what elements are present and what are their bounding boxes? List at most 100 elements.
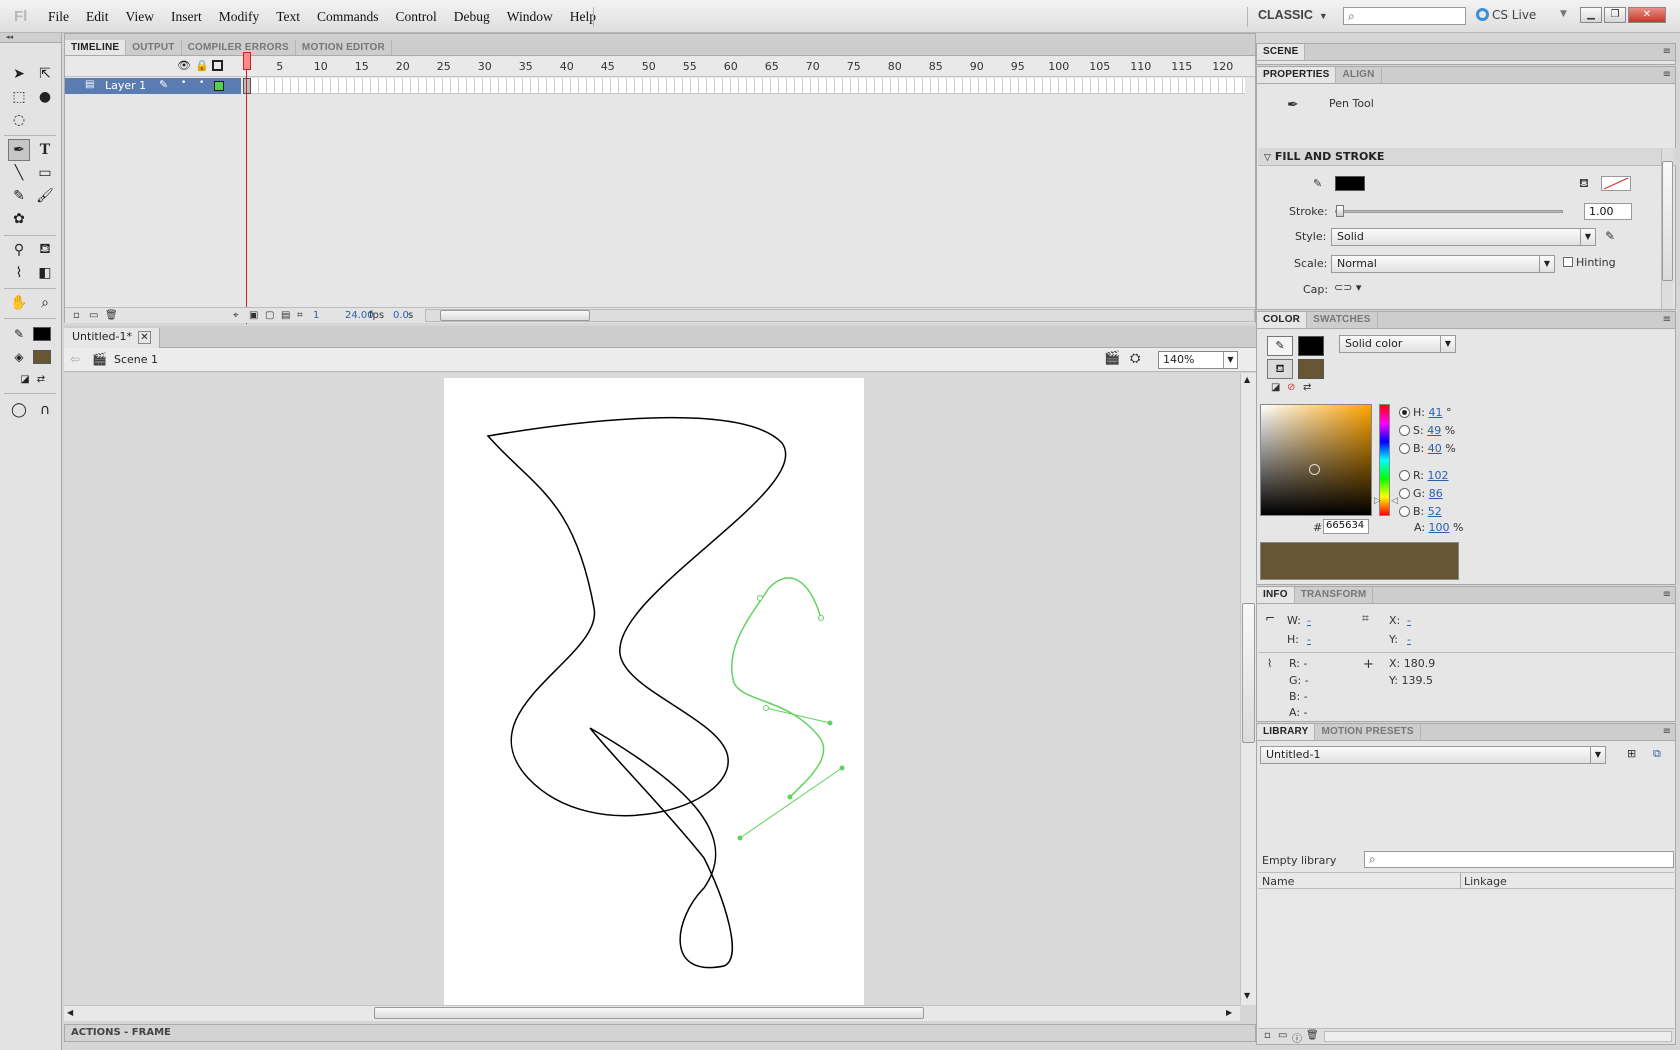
stroke-mode-button[interactable]: ✎: [1267, 336, 1293, 356]
scene-name[interactable]: Scene 1: [114, 353, 158, 366]
3d-rotation-tool-icon[interactable]: ●: [34, 86, 56, 108]
current-frame[interactable]: 1: [313, 310, 319, 321]
lock-dot-icon[interactable]: •: [199, 78, 204, 88]
edit-symbols-icon[interactable]: ⛭: [1130, 351, 1140, 366]
menu-control[interactable]: Control: [396, 9, 437, 25]
visibility-dot-icon[interactable]: •: [181, 78, 186, 88]
fill-color-swatch[interactable]: [33, 350, 51, 364]
pen-tool-icon[interactable]: ✒: [8, 139, 30, 161]
panel-menu-icon[interactable]: ≡: [1663, 726, 1671, 737]
tab-transform[interactable]: TRANSFORM: [1295, 587, 1374, 603]
stroke-style-select[interactable]: Solid ▼: [1331, 228, 1596, 246]
x-value[interactable]: -: [1407, 614, 1411, 627]
r-value[interactable]: 102: [1428, 469, 1449, 482]
stroke-scale-select[interactable]: Normal ▼: [1331, 255, 1555, 273]
close-window-button[interactable]: ✕: [1628, 7, 1666, 23]
text-tool-icon[interactable]: T: [34, 139, 56, 161]
menu-view[interactable]: View: [126, 9, 154, 25]
menu-debug[interactable]: Debug: [454, 9, 490, 25]
tab-color[interactable]: COLOR: [1257, 312, 1308, 328]
h-radio[interactable]: [1399, 407, 1410, 418]
paint-bucket-tool-icon[interactable]: ⛾: [34, 239, 56, 261]
new-symbol-icon[interactable]: ▫: [1264, 1030, 1271, 1041]
workspace-switcher[interactable]: CLASSIC ▼: [1258, 8, 1328, 22]
library-hscroll[interactable]: [1324, 1031, 1672, 1042]
menu-insert[interactable]: Insert: [171, 9, 202, 25]
subselection-tool-icon[interactable]: ⇱: [34, 63, 56, 85]
lock-all-icon[interactable]: 🔒: [195, 59, 209, 72]
close-tab-icon[interactable]: ✕: [137, 331, 151, 344]
hue-slider-arrow-icon[interactable]: ▷: [1374, 496, 1381, 506]
stroke-color-swatch[interactable]: [1298, 336, 1324, 356]
no-color-icon[interactable]: ⊘: [1287, 382, 1295, 393]
show-hide-all-icon[interactable]: 👁: [177, 59, 191, 72]
properties-scroll-thumb[interactable]: [1662, 161, 1673, 281]
w-value[interactable]: -: [1307, 614, 1311, 627]
new-folder-icon[interactable]: ▭: [89, 310, 98, 321]
properties-scrollbar[interactable]: [1661, 149, 1673, 309]
tab-align[interactable]: ALIGN: [1336, 67, 1382, 83]
menu-text[interactable]: Text: [276, 9, 300, 25]
onion-outlines-icon[interactable]: ▢: [265, 310, 274, 321]
menu-commands[interactable]: Commands: [317, 9, 379, 25]
stage-hscroll[interactable]: ◀ ▶: [64, 1005, 1240, 1021]
frame-ruler[interactable]: 5 10 15 20 25 30 35 40 45 50 55 60 65 70 75 80 85 90 95 100…: [243, 57, 1245, 77]
menu-window[interactable]: Window: [507, 9, 553, 25]
library-item-list[interactable]: [1258, 890, 1674, 1026]
delete-icon[interactable]: 🗑: [1306, 1030, 1319, 1041]
panel-menu-icon[interactable]: ≡: [1663, 589, 1671, 600]
stage-canvas[interactable]: [444, 378, 864, 1005]
cs-live-button[interactable]: CS Live: [1476, 8, 1536, 22]
s-value[interactable]: 49: [1427, 424, 1441, 437]
toolbox-collapse-bar[interactable]: ◂◂: [0, 33, 61, 43]
free-transform-tool-icon[interactable]: ⬚: [8, 86, 30, 108]
hinting-checkbox[interactable]: Hinting: [1563, 256, 1616, 269]
blue-value[interactable]: 52: [1428, 505, 1442, 518]
h-value[interactable]: 41: [1428, 406, 1442, 419]
timeline-hscroll[interactable]: [425, 309, 1255, 322]
anchor-point[interactable]: [818, 615, 824, 621]
b-value[interactable]: 40: [1428, 442, 1442, 455]
handle-point[interactable]: [737, 835, 743, 841]
g-radio[interactable]: [1399, 488, 1410, 499]
hand-tool-icon[interactable]: ✋: [8, 292, 30, 314]
alpha-value[interactable]: 100: [1429, 521, 1450, 534]
handle-point[interactable]: [839, 765, 845, 771]
onion-skin-icon[interactable]: ▣: [249, 310, 258, 321]
stroke-color-swatch[interactable]: [33, 327, 51, 341]
back-arrow-icon[interactable]: ⇦: [70, 352, 80, 366]
help-search-input[interactable]: ⌕: [1343, 7, 1466, 25]
panel-menu-icon[interactable]: ≡: [1663, 314, 1671, 325]
menu-edit[interactable]: Edit: [86, 9, 109, 25]
tab-output[interactable]: OUTPUT: [126, 40, 182, 55]
fill-color-swatch[interactable]: [1298, 359, 1324, 379]
scroll-up-icon[interactable]: ▲: [1244, 375, 1250, 384]
brush-tool-icon[interactable]: 🖌: [34, 185, 56, 207]
actions-panel-bar[interactable]: ACTIONS - FRAME: [64, 1024, 1256, 1042]
swap-colors-icon[interactable]: ⇄: [30, 368, 52, 390]
chevron-down-icon[interactable]: ▼: [1560, 9, 1567, 19]
edit-stroke-style-icon[interactable]: ✎: [1605, 229, 1615, 243]
cap-style-icon[interactable]: ⊂⊃ ▾: [1334, 281, 1361, 294]
stage-drawing[interactable]: [444, 378, 864, 1005]
stage-vscroll[interactable]: ▲ ▼: [1240, 373, 1256, 1005]
edit-scene-icon[interactable]: 🎬: [1104, 351, 1120, 366]
rectangle-tool-icon[interactable]: ▭: [34, 162, 56, 184]
y-value[interactable]: -: [1407, 633, 1411, 646]
fill-mode-button[interactable]: ⛾: [1267, 359, 1293, 379]
object-drawing-icon[interactable]: ◯: [8, 399, 30, 421]
scroll-left-icon[interactable]: ◀: [67, 1008, 73, 1017]
stage-hscroll-thumb[interactable]: [374, 1007, 924, 1019]
s-radio[interactable]: [1399, 425, 1410, 436]
scroll-down-icon[interactable]: ▼: [1244, 991, 1250, 1000]
minimize-button[interactable]: ▁: [1580, 7, 1602, 23]
pasteboard[interactable]: [64, 373, 1240, 1005]
deco-tool-icon[interactable]: ✿: [8, 208, 30, 230]
library-document-select[interactable]: Untitled-1 ▼: [1260, 746, 1606, 764]
h-value[interactable]: -: [1307, 633, 1311, 646]
maximize-button[interactable]: ❐: [1604, 7, 1626, 23]
scroll-right-icon[interactable]: ▶: [1226, 1008, 1232, 1017]
center-frame-icon[interactable]: ⌖: [233, 310, 239, 321]
registration-point-icon[interactable]: ⌐: [1265, 611, 1275, 625]
zoom-tool-icon[interactable]: ⌕: [34, 292, 56, 314]
